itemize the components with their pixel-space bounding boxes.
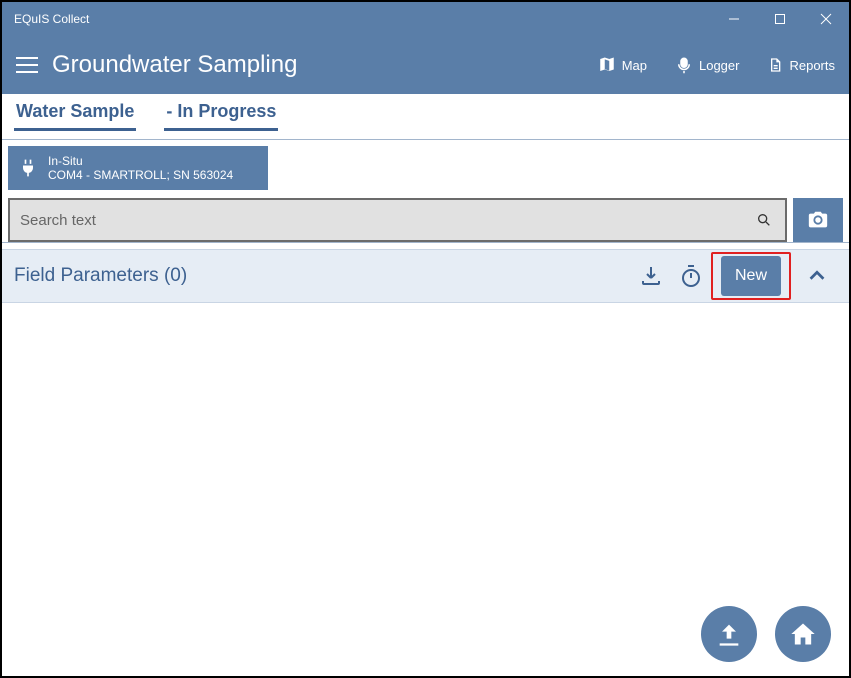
reports-label: Reports	[789, 58, 835, 73]
reports-icon	[767, 55, 783, 75]
search-input[interactable]	[20, 212, 753, 229]
logger-label: Logger	[699, 58, 739, 73]
tabs: Water Sample - In Progress	[2, 94, 849, 140]
timer-button[interactable]	[671, 256, 711, 296]
camera-icon	[805, 209, 831, 231]
map-icon	[598, 56, 616, 74]
stopwatch-icon	[679, 264, 703, 288]
app-header: Groundwater Sampling Map Logger Reports	[2, 36, 849, 94]
window-minimize[interactable]	[711, 2, 757, 36]
window-title: EQuIS Collect	[14, 12, 89, 26]
logger-icon	[675, 55, 693, 75]
chevron-up-icon	[806, 265, 828, 287]
upload-icon	[715, 620, 743, 648]
device-chip[interactable]: In-Situ COM4 - SMARTROLL; SN 563024	[8, 146, 268, 190]
content-area	[2, 303, 849, 676]
reports-button[interactable]: Reports	[753, 36, 849, 94]
tab-water-sample[interactable]: Water Sample	[14, 101, 136, 131]
download-icon	[639, 264, 663, 288]
upload-fab[interactable]	[701, 606, 757, 662]
search-icon[interactable]	[753, 209, 775, 231]
map-button[interactable]: Map	[584, 36, 661, 94]
plug-icon	[18, 156, 38, 180]
download-button[interactable]	[631, 256, 671, 296]
new-button-highlight: New	[711, 252, 791, 300]
new-button-label: New	[735, 267, 767, 285]
section-field-parameters: Field Parameters (0) New	[2, 249, 849, 303]
tab-in-progress[interactable]: - In Progress	[164, 101, 278, 131]
collapse-button[interactable]	[797, 256, 837, 296]
home-icon	[789, 620, 817, 648]
page-title: Groundwater Sampling	[52, 51, 297, 79]
home-fab[interactable]	[775, 606, 831, 662]
device-detail: COM4 - SMARTROLL; SN 563024	[48, 168, 233, 182]
titlebar: EQuIS Collect	[2, 2, 849, 36]
device-name: In-Situ	[48, 154, 233, 168]
logger-button[interactable]: Logger	[661, 36, 753, 94]
section-title: Field Parameters (0)	[14, 265, 187, 287]
camera-button[interactable]	[793, 198, 843, 242]
window-close[interactable]	[803, 2, 849, 36]
new-button[interactable]: New	[721, 256, 781, 296]
window-maximize[interactable]	[757, 2, 803, 36]
menu-button[interactable]	[2, 36, 52, 94]
search-box[interactable]	[8, 198, 787, 242]
map-label: Map	[622, 58, 647, 73]
